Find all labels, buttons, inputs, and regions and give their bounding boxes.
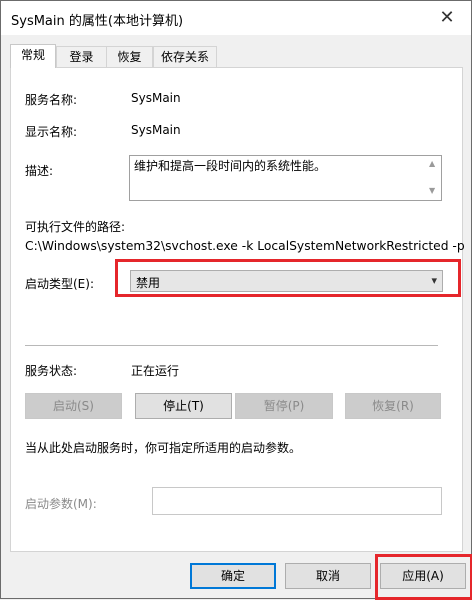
- startup-type-label: 启动类型(E):: [25, 277, 94, 291]
- ok-button[interactable]: 确定: [190, 563, 276, 589]
- start-params-input[interactable]: [152, 487, 442, 515]
- cancel-button[interactable]: 取消: [285, 563, 371, 589]
- description-textbox[interactable]: 维护和提高一段时间内的系统性能。 ▲ ▼: [129, 155, 442, 201]
- scroll-down-icon[interactable]: ▼: [429, 187, 437, 195]
- properties-dialog: SysMain 的属性(本地计算机) ✕ 常规 登录 恢复 依存关系 服务名称:…: [0, 0, 472, 600]
- apply-highlight: [375, 554, 472, 600]
- window-title: SysMain 的属性(本地计算机): [11, 14, 184, 29]
- tab-recovery[interactable]: 恢复: [106, 46, 153, 67]
- divider: [25, 345, 438, 346]
- display-name-value: SysMain: [131, 123, 181, 137]
- tab-general[interactable]: 常规: [10, 44, 56, 68]
- path-value: C:\Windows\system32\svchost.exe -k Local…: [25, 239, 465, 253]
- status-value: 正在运行: [131, 364, 180, 378]
- description-scrollbar[interactable]: ▲ ▼: [425, 156, 441, 200]
- start-params-label: 启动参数(M):: [25, 497, 97, 511]
- startup-type-value: 禁用: [136, 276, 161, 290]
- tab-logon[interactable]: 登录: [56, 46, 107, 67]
- service-name-label: 服务名称:: [25, 93, 78, 107]
- description-text: 维护和提高一段时间内的系统性能。: [134, 159, 327, 173]
- status-label: 服务状态:: [25, 364, 78, 378]
- start-button[interactable]: 启动(S): [25, 393, 122, 419]
- startup-type-select[interactable]: 禁用 ▾: [130, 270, 443, 292]
- chevron-down-icon: ▾: [431, 274, 437, 287]
- path-label: 可执行文件的路径:: [25, 220, 126, 234]
- hint-text: 当从此处启动服务时，你可指定所适用的启动参数。: [25, 441, 302, 455]
- tab-dependencies[interactable]: 依存关系: [153, 46, 217, 67]
- pause-button[interactable]: 暂停(P): [235, 393, 333, 419]
- close-icon[interactable]: ✕: [433, 7, 461, 29]
- general-panel: 服务名称: SysMain 显示名称: SysMain 描述: 维护和提高一段时…: [10, 67, 465, 552]
- display-name-label: 显示名称:: [25, 125, 78, 139]
- scroll-up-icon[interactable]: ▲: [429, 160, 437, 168]
- title-bar: SysMain 的属性(本地计算机) ✕: [1, 1, 471, 35]
- stop-button[interactable]: 停止(T): [135, 393, 232, 419]
- resume-button[interactable]: 恢复(R): [345, 393, 441, 419]
- description-label: 描述:: [25, 164, 54, 178]
- service-name-value: SysMain: [131, 91, 181, 105]
